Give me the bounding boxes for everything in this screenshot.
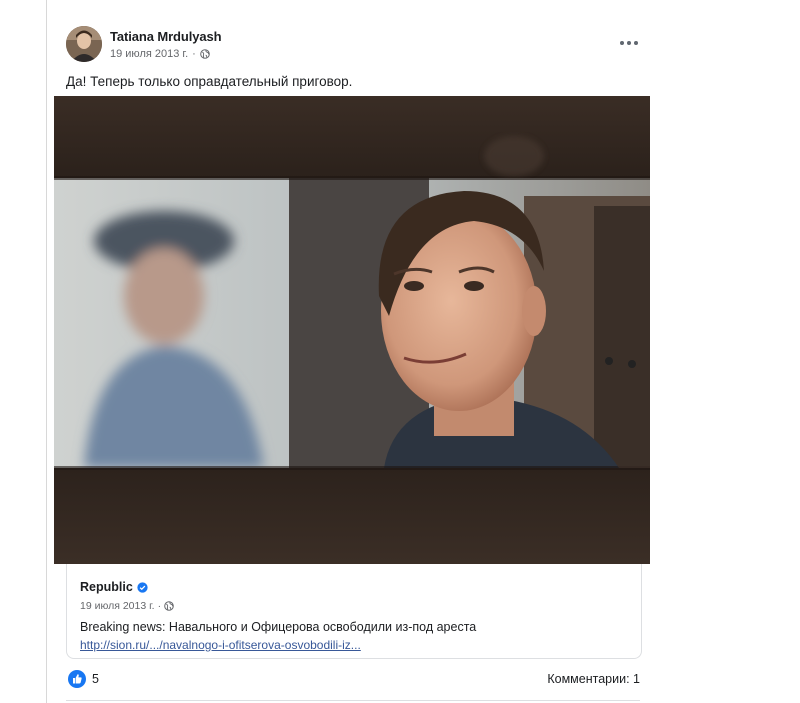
reaction-count[interactable]: 5 <box>92 672 99 686</box>
globe-icon <box>164 601 174 611</box>
link-source-name: Republic <box>80 580 133 594</box>
post-footer: 5 Комментарии: 1 <box>66 670 640 690</box>
more-dot <box>627 41 631 45</box>
globe-icon <box>200 49 210 59</box>
link-meta: 19 июля 2013 г. · <box>80 600 174 612</box>
verified-badge-icon <box>137 581 148 593</box>
divider <box>66 700 640 701</box>
more-dot <box>634 41 638 45</box>
link-date[interactable]: 19 июля 2013 г. <box>80 600 155 612</box>
post-meta: 19 июля 2013 г. · <box>110 48 210 60</box>
divider <box>46 0 47 703</box>
photo-image <box>54 96 650 564</box>
link-preview-card[interactable]: Republic 19 июля 2013 г. · Breaking news… <box>66 564 642 659</box>
thumbs-up-icon <box>73 674 82 684</box>
post-menu-button[interactable] <box>616 32 642 54</box>
avatar-image <box>66 26 102 62</box>
page: Tatiana Mrdulyash 19 июля 2013 г. · Да! … <box>0 0 800 703</box>
meta-separator: · <box>157 600 162 612</box>
comments-count[interactable]: Комментарии: 1 <box>547 672 640 686</box>
more-horizontal-icon <box>620 41 624 45</box>
author-name[interactable]: Tatiana Mrdulyash <box>110 29 222 44</box>
link-title: Breaking news: Навального и Офицерова ос… <box>80 620 477 634</box>
facebook-post: Tatiana Mrdulyash 19 июля 2013 г. · Да! … <box>54 18 658 703</box>
author-avatar[interactable] <box>66 26 102 62</box>
link-url[interactable]: http://sion.ru/.../navalnogo-i-ofitserov… <box>80 638 361 652</box>
post-date[interactable]: 19 июля 2013 г. <box>110 48 188 60</box>
like-icon[interactable] <box>68 670 86 688</box>
post-text: Да! Теперь только оправдательный пригово… <box>66 74 353 89</box>
post-header: Tatiana Mrdulyash 19 июля 2013 г. · <box>66 26 651 66</box>
post-photo[interactable] <box>54 96 650 564</box>
link-source[interactable]: Republic <box>80 580 148 594</box>
meta-separator: · <box>192 48 196 60</box>
